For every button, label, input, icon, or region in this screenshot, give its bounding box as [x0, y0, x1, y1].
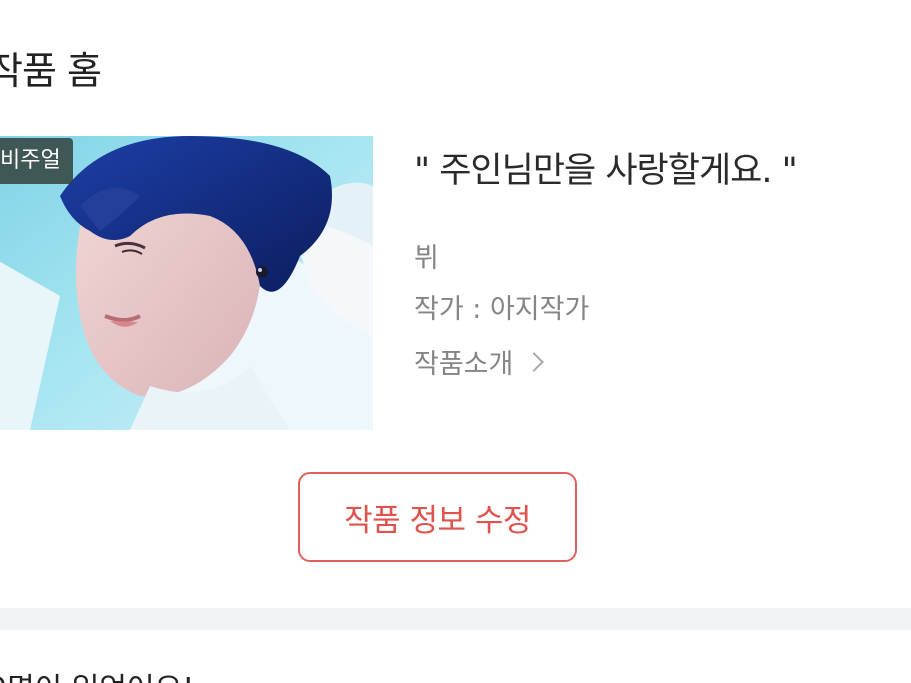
work-intro-label: 작품소개	[414, 349, 514, 380]
page-title: 작품 홈	[0, 49, 102, 93]
chevron-right-icon	[524, 351, 545, 372]
genre-badge: 비주얼	[0, 138, 73, 184]
work-intro-link[interactable]: 작품소개	[414, 342, 545, 381]
work-title[interactable]: " 주인님만을 사랑할게요. "	[414, 142, 798, 193]
edit-work-info-button[interactable]: 작품 정보 수정	[298, 472, 577, 562]
work-author: 작가 : 아지작가	[414, 294, 590, 325]
read-count-text: 0명이 읽었어요!	[0, 664, 194, 683]
work-home-page: 작품 홈 비주얼 " 주인님만을 사랑할게요. " 뷔 작가: 아지작가 작품…	[0, 0, 911, 683]
work-tag: 뷔	[414, 243, 439, 274]
section-divider	[0, 608, 911, 630]
